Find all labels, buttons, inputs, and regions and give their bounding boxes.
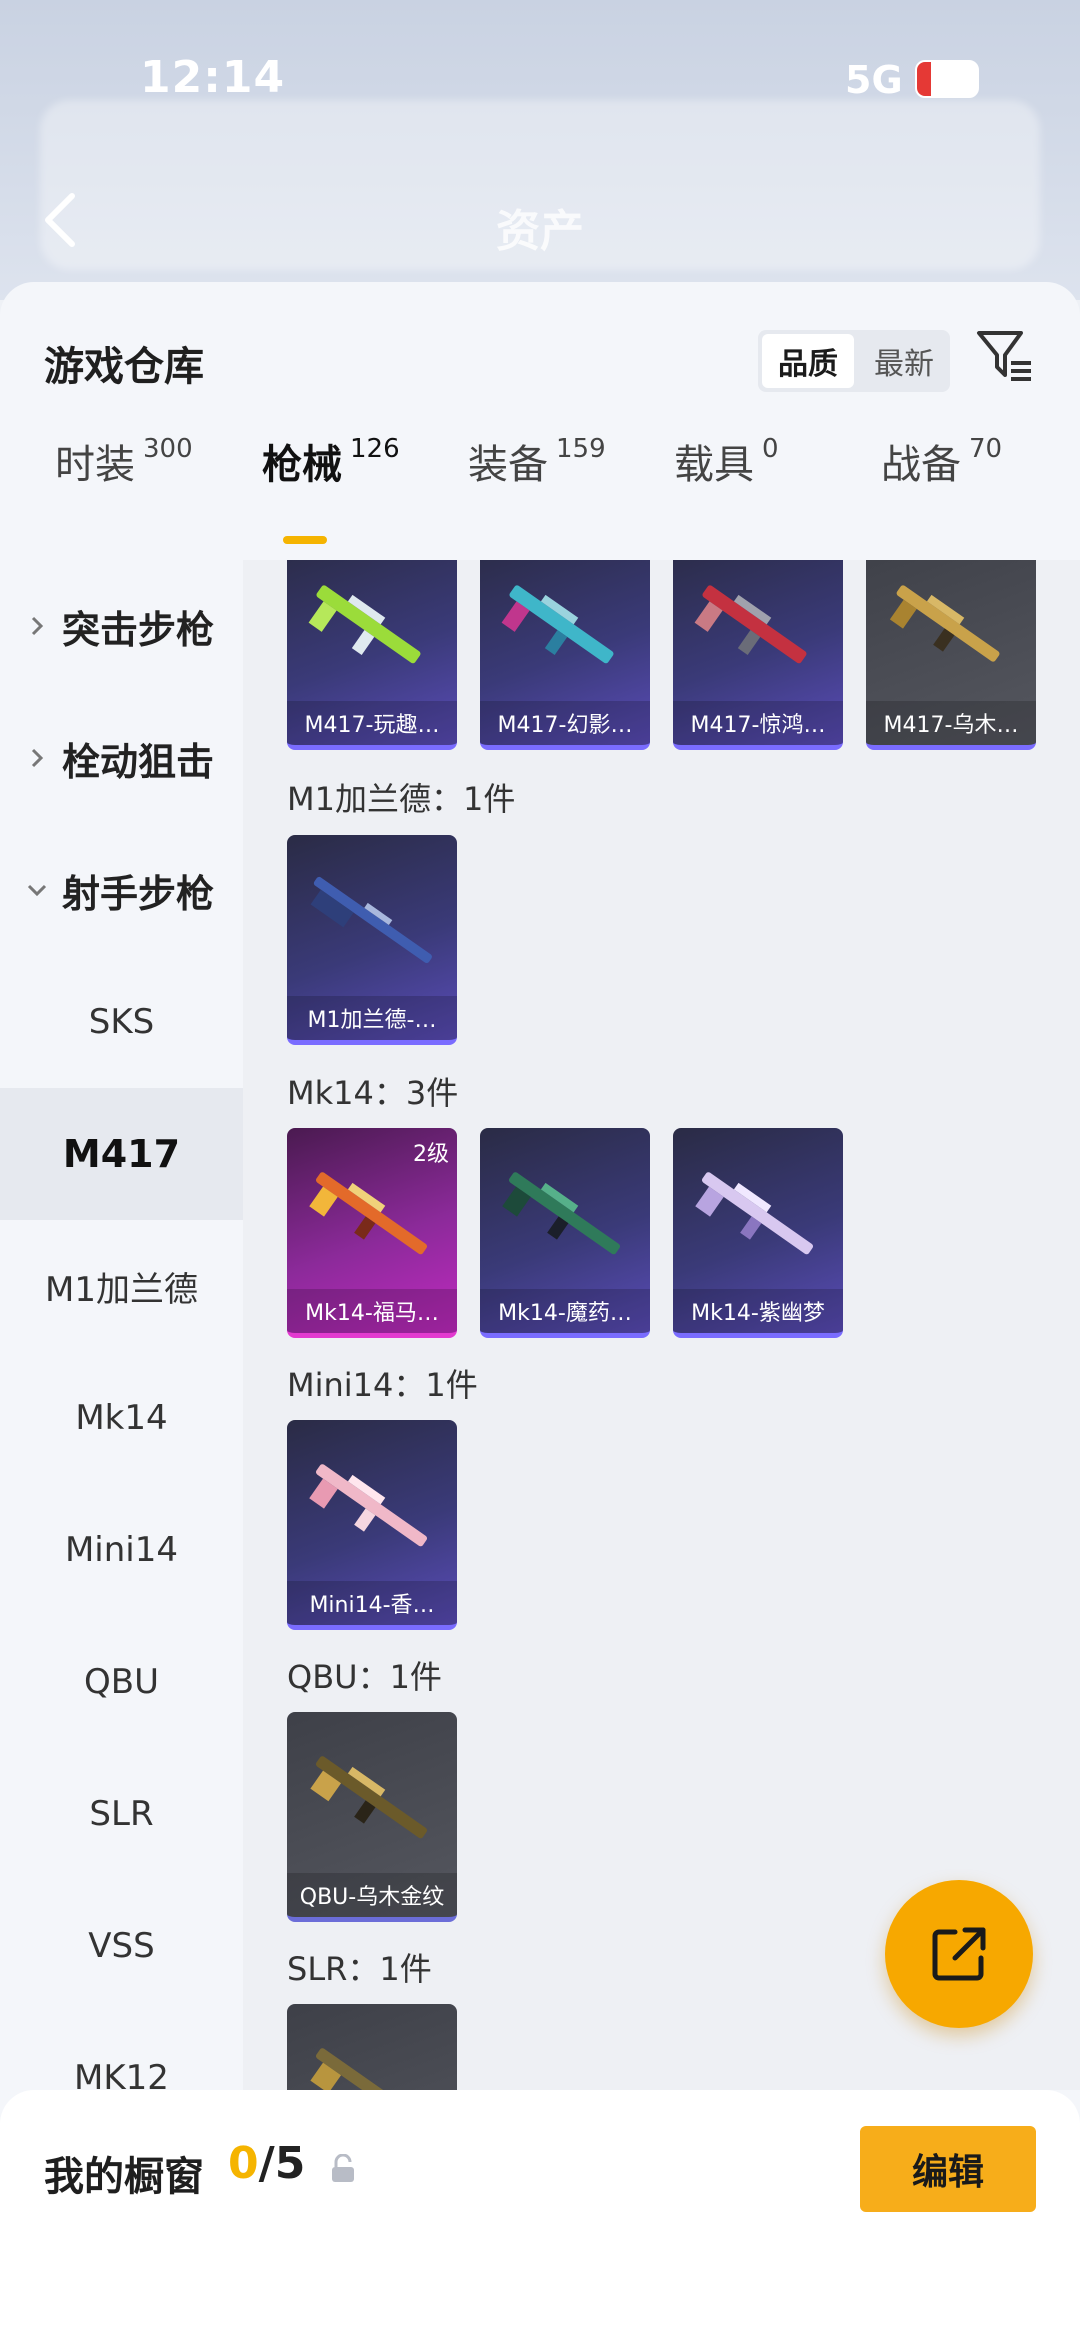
weapon-card[interactable] xyxy=(287,2004,457,2090)
rifle-icon xyxy=(889,585,1000,662)
sidebar-group-label: 射手步枪 xyxy=(62,871,215,916)
sort-option-quality[interactable]: 品质 xyxy=(762,334,854,388)
page-title: 资产 xyxy=(496,206,584,257)
weapon-list: M417-玩趣… M417-幻影… M417-惊鸿… M417-乌木… M1加兰… xyxy=(243,560,1080,2090)
showcase-current: 0 xyxy=(228,2138,259,2189)
rifle-icon xyxy=(309,1172,428,1255)
tab-supplies[interactable]: 战备 70 xyxy=(881,432,1002,512)
weapon-card[interactable]: 2级 Mk14-福马… xyxy=(287,1128,457,1338)
group-label: M1加兰德：1件 xyxy=(287,780,516,818)
showcase-max: 5 xyxy=(274,2138,306,2189)
weapon-name: M417-玩趣… xyxy=(287,701,457,745)
weapon-card[interactable]: M417-乌木… xyxy=(866,560,1036,750)
tab-vehicles[interactable]: 载具 0 xyxy=(674,432,779,512)
share-button[interactable] xyxy=(885,1880,1033,2028)
tab-count: 159 xyxy=(556,434,606,464)
sidebar-item-sks[interactable]: SKS xyxy=(0,956,243,1088)
weapon-name: M417-幻影… xyxy=(480,701,650,745)
tab-count: 0 xyxy=(762,434,779,464)
sidebar-group-bolt-snipers[interactable]: 栓动狙击 xyxy=(0,692,243,824)
tab-label: 装备 xyxy=(468,442,548,488)
tab-outfits[interactable]: 时装 300 xyxy=(55,432,193,512)
weapon-card[interactable]: M417-惊鸿… xyxy=(673,560,843,750)
chevron-down-icon xyxy=(27,884,47,897)
sidebar-item-m1-garand[interactable]: M1加兰德 xyxy=(0,1220,243,1352)
weapon-card[interactable]: M1加兰德-… xyxy=(287,835,457,1045)
showcase-count: 0/5 xyxy=(228,2138,305,2189)
rifle-icon xyxy=(501,585,614,664)
weapon-name: Mini14-香… xyxy=(287,1581,457,1625)
group-label: Mini14：1件 xyxy=(287,1366,478,1404)
rifle-icon xyxy=(310,876,432,964)
sort-toggle[interactable]: 品质 最新 xyxy=(758,330,950,392)
sidebar-group-label: 栓动狙击 xyxy=(62,739,215,784)
sidebar-item-mk12[interactable]: MK12 xyxy=(0,2012,243,2090)
status-time: 12:14 xyxy=(140,52,286,103)
filter-icon[interactable] xyxy=(975,327,1033,385)
sidebar-group-label: 突击步枪 xyxy=(62,607,215,652)
weapon-name: Mk14-福马… xyxy=(287,1289,457,1333)
warehouse-title: 游戏仓库 xyxy=(44,344,204,390)
weapon-card[interactable]: M417-幻影… xyxy=(480,560,650,750)
sort-option-newest[interactable]: 最新 xyxy=(858,330,950,392)
top-header: 12:14 5G 资产 xyxy=(0,0,1080,300)
rifle-icon xyxy=(309,1464,428,1547)
battery-icon xyxy=(915,60,979,98)
chevron-right-icon xyxy=(31,748,44,768)
chevron-right-icon xyxy=(31,616,44,636)
weapon-name: M417-惊鸿… xyxy=(673,701,843,745)
rifle-icon xyxy=(310,2048,428,2090)
rifle-icon xyxy=(695,1172,814,1255)
rifle-icon xyxy=(308,585,421,664)
weapon-card[interactable]: Mini14-香… xyxy=(287,1420,457,1630)
weapon-name: Mk14-紫幽梦 xyxy=(673,1289,843,1333)
sidebar-item-mini14[interactable]: Mini14 xyxy=(0,1484,243,1616)
sidebar-item-qbu[interactable]: QBU xyxy=(0,1616,243,1748)
edit-button[interactable]: 编辑 xyxy=(860,2126,1036,2212)
sidebar-item-mk14[interactable]: Mk14 xyxy=(0,1352,243,1484)
rifle-icon xyxy=(310,1756,428,1839)
weapon-card[interactable]: Mk14-紫幽梦 xyxy=(673,1128,843,1338)
tab-label: 时装 xyxy=(55,442,135,488)
category-tabs: 时装 300 枪械 126 装备 159 载具 0 战备 70 xyxy=(0,432,1080,512)
tab-count: 300 xyxy=(143,434,193,464)
sidebar-item-slr[interactable]: SLR xyxy=(0,1748,243,1880)
weapon-card[interactable]: QBU-乌木金纹 xyxy=(287,1712,457,1922)
tab-equipment[interactable]: 装备 159 xyxy=(468,432,606,512)
weapon-card[interactable]: Mk14-魔药… xyxy=(480,1128,650,1338)
network-indicator: 5G xyxy=(845,58,903,102)
sidebar-item-vss[interactable]: VSS xyxy=(0,1880,243,2012)
weapon-name: M1加兰德-… xyxy=(287,996,457,1040)
sidebar-group-assault-rifles[interactable]: 突击步枪 xyxy=(0,560,243,692)
group-label: QBU：1件 xyxy=(287,1658,442,1696)
share-icon xyxy=(932,1927,986,1981)
tab-count: 70 xyxy=(969,434,1003,464)
group-label: SLR：1件 xyxy=(287,1950,432,1988)
showcase-label: 我的橱窗 xyxy=(44,2154,204,2200)
tab-weapons[interactable]: 枪械 126 xyxy=(262,432,400,512)
tab-count: 126 xyxy=(350,434,400,464)
weapon-name: QBU-乌木金纹 xyxy=(287,1873,457,1917)
weapon-card[interactable]: M417-玩趣… xyxy=(287,560,457,750)
rifle-icon xyxy=(694,585,807,664)
rifle-icon xyxy=(502,1172,621,1255)
weapon-category-sidebar: 突击步枪 栓动狙击 射手步枪 SKS M417 M1加兰德 Mk14 Mini1… xyxy=(0,560,243,2090)
tab-label: 战备 xyxy=(881,442,961,488)
sidebar-group-marksman-rifles[interactable]: 射手步枪 xyxy=(0,824,243,956)
tab-label: 枪械 xyxy=(262,442,342,488)
group-label: Mk14：3件 xyxy=(287,1074,459,1112)
active-tab-indicator xyxy=(283,536,327,544)
sidebar-item-m417[interactable]: M417 xyxy=(0,1088,243,1220)
weapon-name: M417-乌木… xyxy=(866,701,1036,745)
showcase-separator: / xyxy=(258,2138,275,2189)
showcase-bar: 我的橱窗 0/5 编辑 xyxy=(0,2090,1080,2341)
tab-label: 载具 xyxy=(674,442,754,488)
weapon-name: Mk14-魔药… xyxy=(480,1289,650,1333)
lock-icon xyxy=(332,2154,354,2182)
